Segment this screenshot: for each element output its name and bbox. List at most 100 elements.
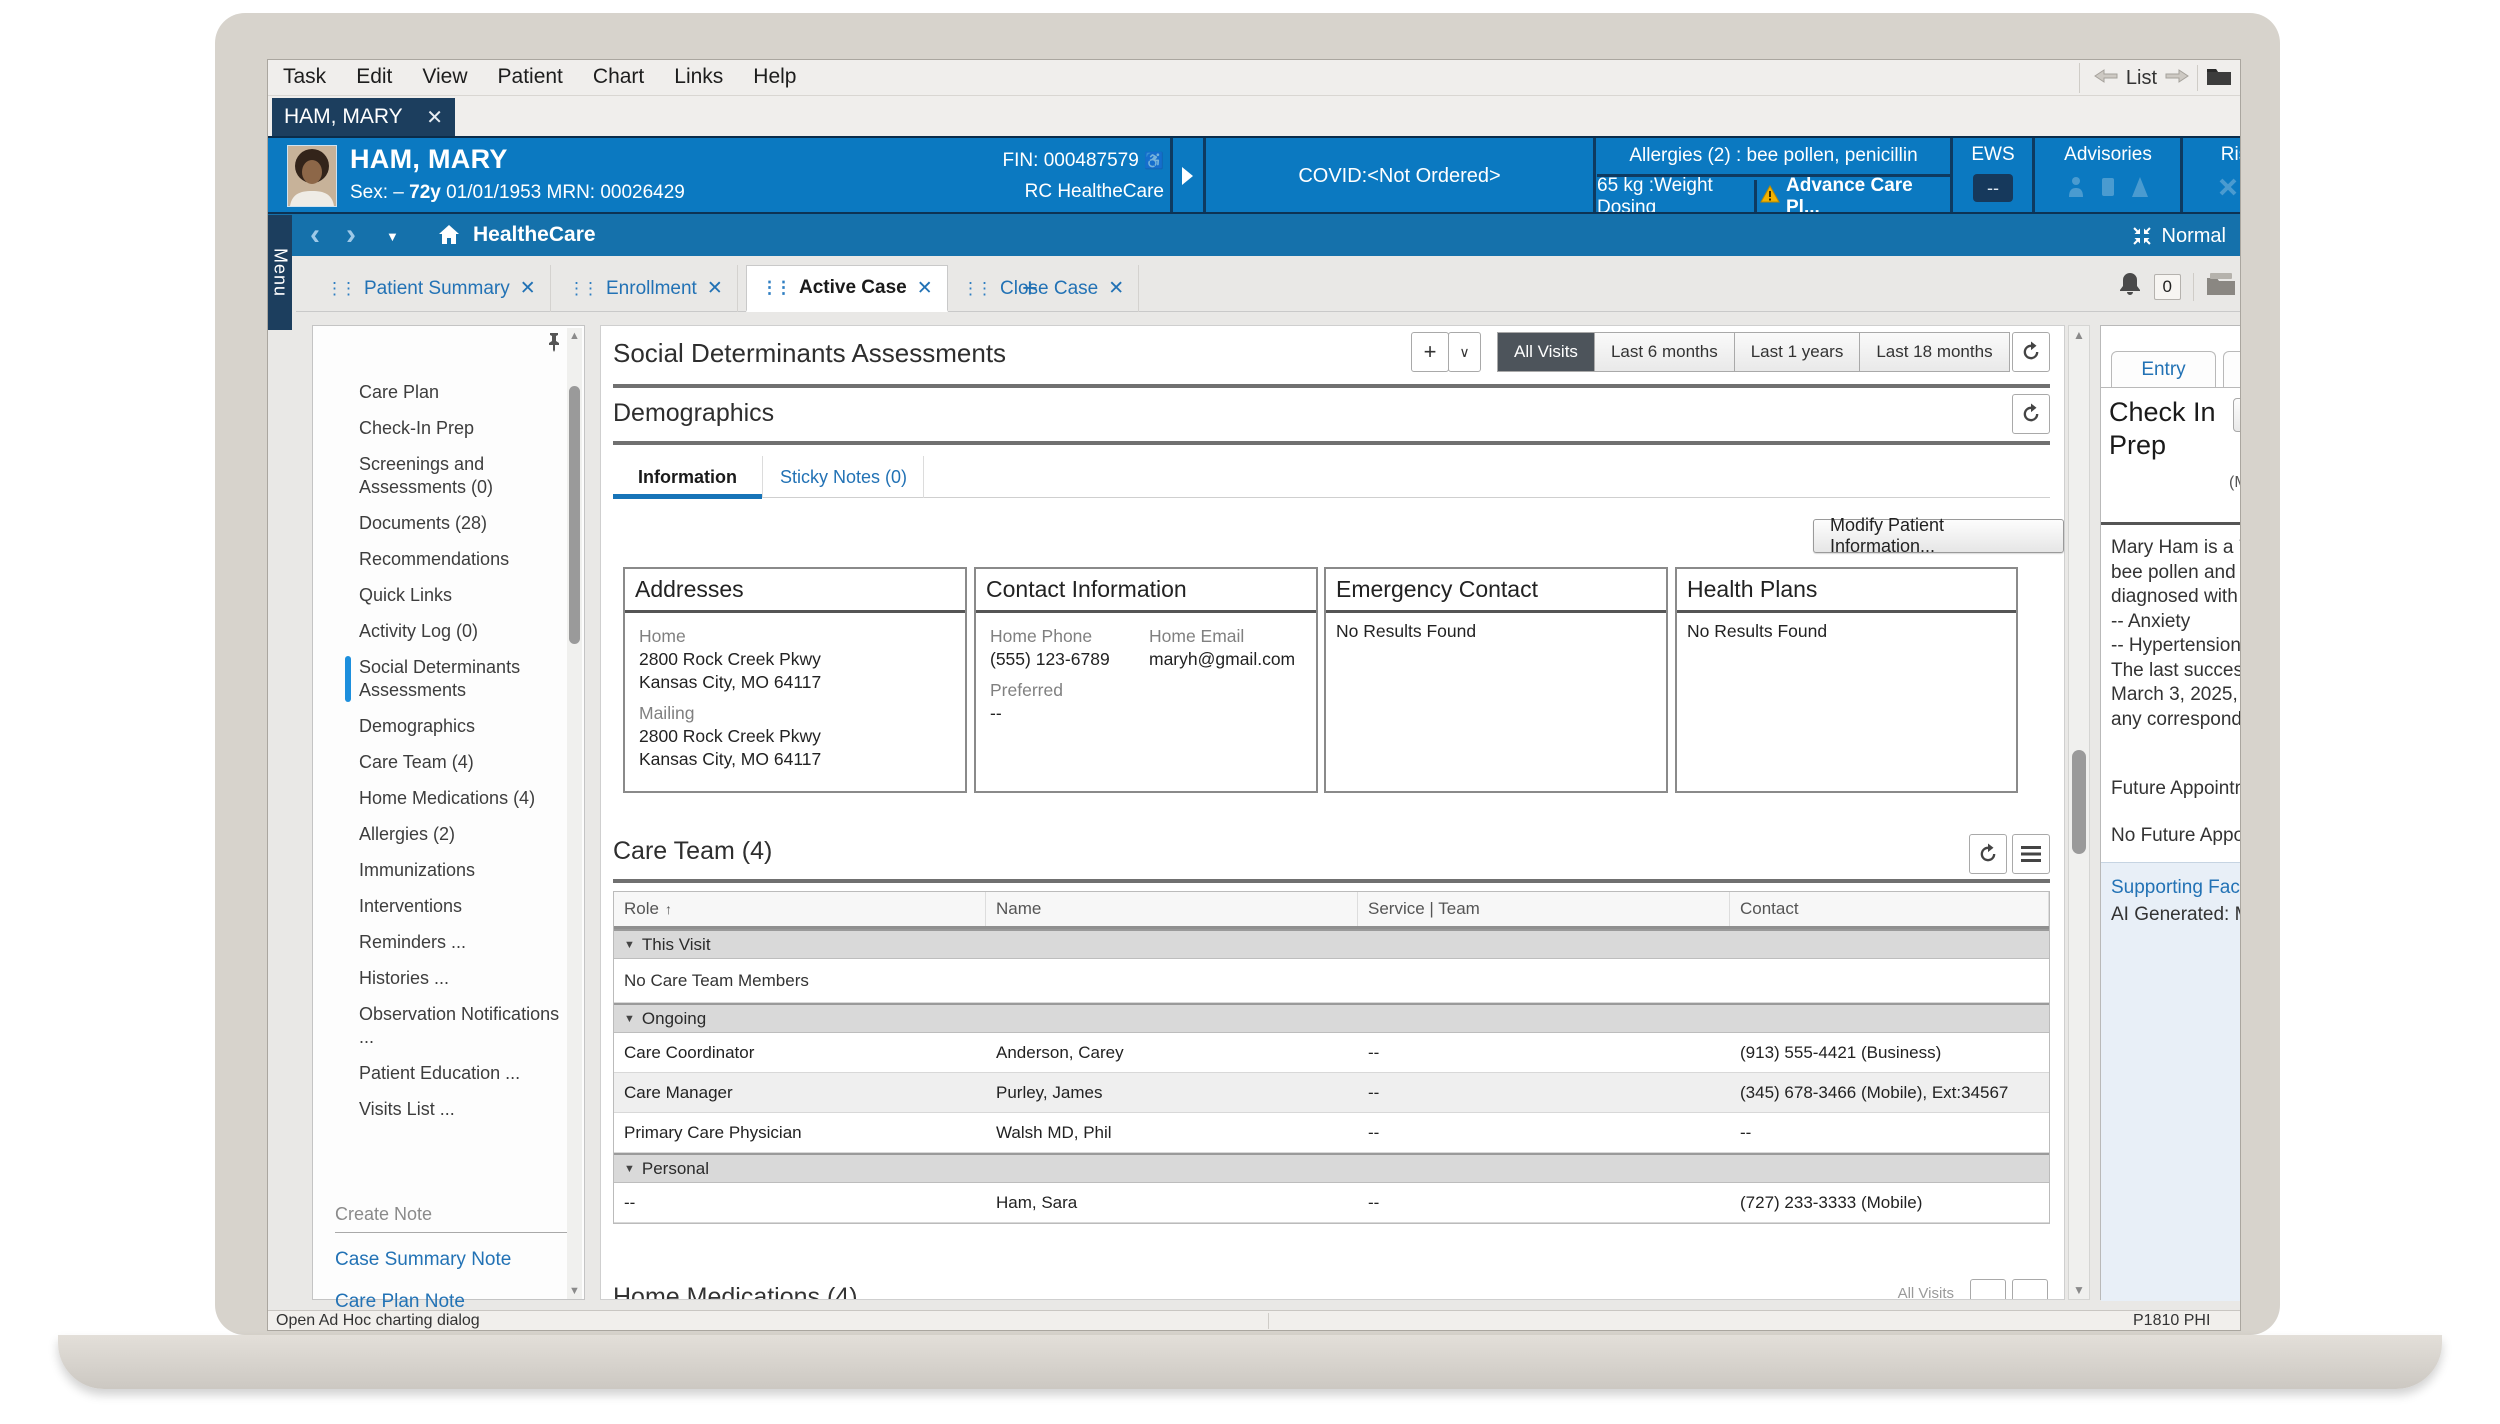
sidebar-item-immunizations[interactable]: Immunizations (359, 859, 564, 882)
advisories-section[interactable]: Advisories (2036, 138, 2180, 214)
close-icon[interactable]: ✕ (917, 277, 933, 300)
sidebar-item-check-in-prep[interactable]: Check-In Prep (359, 417, 564, 440)
column-header-contact[interactable]: Contact (1730, 892, 2049, 926)
notification-count-badge[interactable]: 0 (2154, 274, 2181, 300)
close-icon[interactable]: ✕ (1108, 277, 1124, 300)
sidebar-item-screenings-and-assessments-0[interactable]: Screenings and Assessments (0) (359, 453, 564, 499)
refresh-icon[interactable] (2012, 332, 2050, 372)
menu-patient[interactable]: Patient (483, 60, 578, 89)
scroll-up-icon[interactable]: ▲ (569, 330, 580, 342)
chart-sidebar: ▲ ▼ Care Plan Check-In Prep Screenings and… (312, 325, 585, 1300)
menu-task[interactable]: Task (268, 60, 341, 89)
close-icon[interactable]: ✕ (520, 277, 536, 300)
sidebar-item-visits-list[interactable]: Visits List ... (359, 1098, 564, 1121)
supporting-facts-link[interactable]: Supporting Facts (2111, 877, 2240, 899)
scroll-up-icon[interactable]: ▲ (2073, 328, 2085, 342)
weight-dosing[interactable]: 65 kg :Weight Dosing (1597, 180, 1757, 214)
clipped-button[interactable] (2233, 398, 2240, 432)
sidebar-item-recommendations[interactable]: Recommendations (359, 548, 564, 571)
menu-icon[interactable] (2012, 834, 2050, 874)
tab-entry[interactable]: Entry (2111, 351, 2216, 388)
media-icon[interactable] (2206, 272, 2236, 301)
close-icon[interactable]: ✕ (426, 105, 443, 130)
scrollbar-thumb[interactable] (2072, 750, 2086, 854)
scroll-down-icon[interactable]: ▼ (569, 1285, 580, 1297)
filter-last-1-years[interactable]: Last 1 years (1735, 332, 1861, 372)
sidebar-item-care-team-4[interactable]: Care Team (4) (359, 751, 564, 774)
risks-section[interactable]: Risks (2184, 138, 2240, 214)
list-back-icon[interactable] (2094, 68, 2118, 89)
allergies-summary[interactable]: Allergies (2) : bee pollen, penicillin (1597, 138, 1950, 177)
folder-icon[interactable] (2206, 66, 2232, 91)
sidebar-item-documents-28[interactable]: Documents (28) (359, 512, 564, 535)
tab-second[interactable]: C (2223, 351, 2240, 388)
group-row-ongoing[interactable]: ▼Ongoing (614, 1003, 2049, 1033)
scroll-down-icon[interactable]: ▼ (2073, 1283, 2085, 1297)
bell-icon[interactable] (2118, 271, 2142, 302)
care-team-row[interactable]: --Ham, Sara--(727) 233-3333 (Mobile) (614, 1183, 2049, 1223)
sidebar-item-activity-log-0[interactable]: Activity Log (0) (359, 620, 564, 643)
menu-help[interactable]: Help (738, 60, 811, 89)
main-scrollbar[interactable]: ▲ ▼ (2068, 325, 2090, 1300)
refresh-icon[interactable] (2012, 394, 2050, 434)
menu-button[interactable] (2012, 1279, 2048, 1300)
care-team-row[interactable]: Care ManagerPurley, James--(345) 678-346… (614, 1073, 2049, 1113)
sidebar-item-care-plan[interactable]: Care Plan (359, 381, 564, 404)
menu-vertical-tab[interactable]: Menu (268, 215, 292, 330)
sidebar-item-allergies-2[interactable]: Allergies (2) (359, 823, 564, 846)
sidebar-scrollbar[interactable]: ▲ ▼ (567, 328, 582, 1299)
column-header-role[interactable]: Role ↑ (614, 892, 986, 926)
summary-line: -- Anxiety (2111, 610, 2240, 635)
sidebar-item-interventions[interactable]: Interventions (359, 895, 564, 918)
advance-care-plan[interactable]: Advance Care Pl... (1760, 180, 1950, 214)
care-team-row[interactable]: Primary Care PhysicianWalsh MD, Phil---- (614, 1113, 2049, 1153)
add-tab-button[interactable]: + (1022, 273, 1038, 304)
filter-last-6-months[interactable]: Last 6 months (1595, 332, 1735, 372)
menu-view[interactable]: View (407, 60, 482, 89)
sidebar-item-patient-education[interactable]: Patient Education ... (359, 1062, 564, 1085)
chart-tab-patient-summary[interactable]: ⋮⋮Patient Summary✕ (312, 265, 551, 312)
chart-tab-close-case[interactable]: ⋮⋮Close Case✕ (948, 265, 1139, 312)
refresh-icon[interactable] (1969, 834, 2007, 874)
chart-tab-enrollment[interactable]: ⋮⋮Enrollment✕ (554, 265, 738, 312)
add-button[interactable] (1970, 1279, 2006, 1300)
sidebar-item-demographics[interactable]: Demographics (359, 715, 564, 738)
pin-icon[interactable] (546, 332, 562, 357)
sidebar-item-social-determinants-assessments[interactable]: Social Determinants Assessments (359, 656, 564, 702)
tab-sticky-notes[interactable]: Sticky Notes (0) (764, 456, 924, 498)
sidebar-item-quick-links[interactable]: Quick Links (359, 584, 564, 607)
sidebar-item-histories[interactable]: Histories ... (359, 967, 564, 990)
menu-edit[interactable]: Edit (341, 60, 407, 89)
sidebar-item-observation-notifications[interactable]: Observation Notifications ... (359, 1003, 564, 1049)
sidebar-item-reminders[interactable]: Reminders ... (359, 931, 564, 954)
column-header-service-team[interactable]: Service | Team (1358, 892, 1730, 926)
ews-section[interactable]: EWS -- (1954, 138, 2032, 214)
note-link-case-summary-note[interactable]: Case Summary Note (335, 1249, 567, 1271)
home-icon[interactable] (436, 223, 462, 252)
add-dropdown-icon[interactable]: ∨ (1448, 332, 1481, 372)
column-header-name[interactable]: Name (986, 892, 1358, 926)
patient-photo[interactable] (287, 145, 337, 207)
patient-tab[interactable]: HAM, MARY ✕ (272, 98, 455, 136)
tab-information[interactable]: Information (613, 456, 763, 498)
filter-last-18-months[interactable]: Last 18 months (1860, 332, 2009, 372)
close-icon[interactable]: ✕ (707, 277, 723, 300)
forward-icon[interactable]: › (346, 218, 356, 252)
care-team-row[interactable]: Care CoordinatorAnderson, Carey--(913) 5… (614, 1033, 2049, 1073)
sidebar-item-home-medications-4[interactable]: Home Medications (4) (359, 787, 564, 810)
list-forward-icon[interactable] (2165, 68, 2189, 89)
chart-tab-active-case[interactable]: ⋮⋮Active Case✕ (746, 265, 948, 312)
menu-links[interactable]: Links (659, 60, 738, 89)
menu-chart[interactable]: Chart (578, 60, 659, 89)
back-icon[interactable]: ‹ (310, 218, 320, 252)
group-row-this-visit[interactable]: ▼This Visit (614, 929, 2049, 959)
add-assessment-button[interactable]: + (1411, 332, 1449, 372)
home-view-label[interactable]: HealtheCare (473, 223, 596, 247)
modify-patient-information-button[interactable]: Modify Patient Information... (1813, 519, 2064, 553)
history-dropdown-icon[interactable]: ▼ (386, 229, 399, 244)
scrollbar-thumb[interactable] (569, 386, 580, 644)
group-row-personal[interactable]: ▼Personal (614, 1153, 2049, 1183)
view-mode-control[interactable]: Normal (2130, 224, 2226, 248)
filter-all-visits[interactable]: All Visits (1497, 332, 1595, 372)
banner-expand-button[interactable] (1173, 138, 1203, 214)
